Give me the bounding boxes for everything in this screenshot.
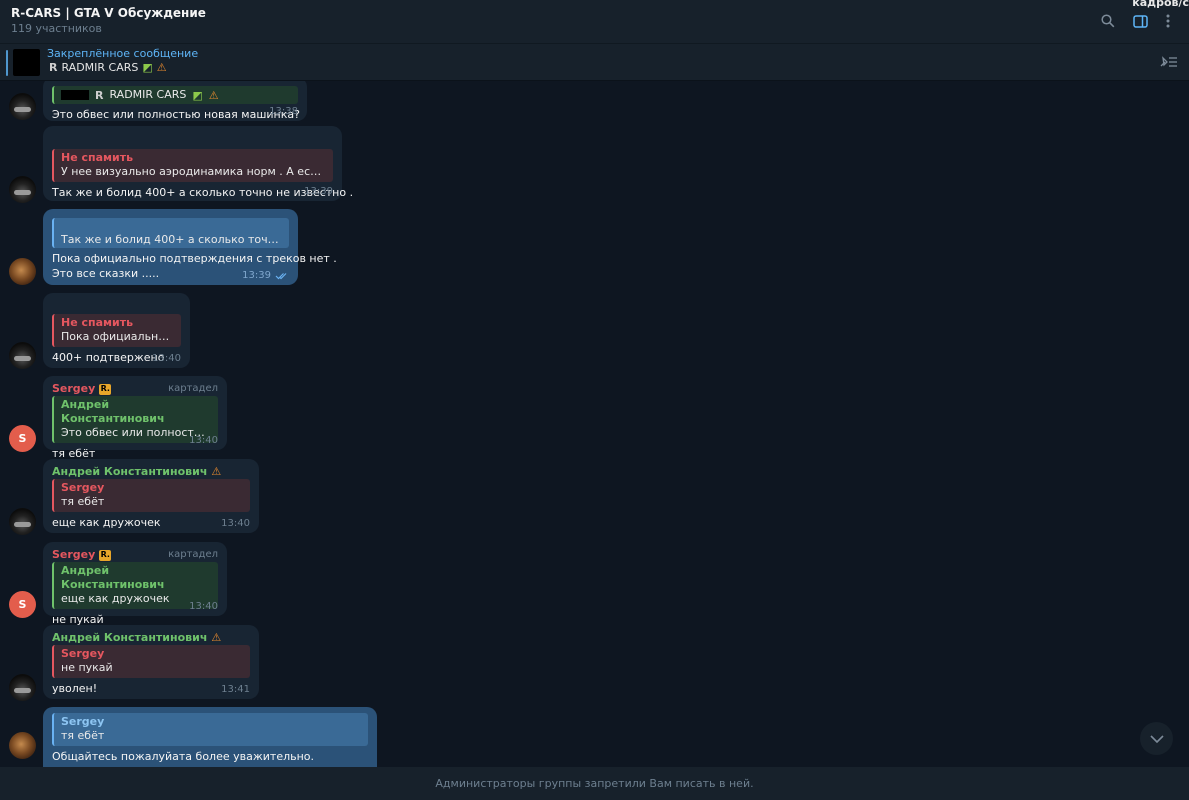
member-role: картадел: [168, 549, 218, 560]
message-text: Пока официально подтверждения с треков н…: [52, 252, 337, 265]
pinned-label: Закреплённое сообщение: [47, 47, 199, 60]
reply-name: Sergey: [61, 647, 105, 660]
message-time: 13:40: [189, 601, 218, 612]
message-text: Это обвес или полностью новая машинка?: [52, 108, 300, 121]
radmir-badge-icon: R.: [99, 549, 112, 561]
message-time: 13:41: [221, 684, 250, 695]
sender-name[interactable]: Андрей Константинович ⚠: [52, 631, 250, 645]
radmir-badge-icon: R.: [99, 383, 112, 395]
avatar-letter: S: [18, 432, 27, 445]
sender-name[interactable]: Андрей Константинович ⚠: [52, 465, 250, 479]
pin-emoji-icon: ◩: [192, 88, 203, 102]
pin-list-icon[interactable]: [1157, 52, 1179, 72]
reply-name: Sergey: [61, 481, 105, 494]
reply-name: Андрей Константинович: [61, 398, 165, 425]
reply-name: Не спамить: [61, 316, 134, 329]
message-time: 13:40: [221, 518, 250, 529]
pin-emoji-icon: ◩: [142, 61, 153, 74]
reply-quote[interactable]: R RADMIR CARS ◩ ⚠: [52, 86, 298, 104]
message-bubble-outgoing[interactable]: Так же и болид 400+ а сколько точно не и…: [43, 209, 337, 285]
message-bubble[interactable]: Не спамить У нее визуально аэродинамика …: [43, 126, 354, 201]
message-time: 13:40: [152, 353, 181, 364]
message-bubble[interactable]: Андрей Константинович ⚠ Sergey тя ебёт е…: [43, 459, 259, 533]
overflow-text: кадров/с: [1132, 0, 1189, 9]
radmir-logo-icon: R: [95, 88, 104, 102]
scroll-down-button[interactable]: [1140, 722, 1173, 755]
message-time: 13:38: [269, 106, 298, 117]
message-time-label: 13:39: [242, 270, 271, 281]
sender-name-label: Андрей Константинович: [52, 465, 208, 478]
warning-emoji-icon: ⚠: [208, 88, 219, 102]
pinned-text: RADMIR CARS: [61, 61, 139, 74]
more-vertical-icon[interactable]: [1157, 10, 1179, 32]
chat-header: R-CARS | GTA V Обсуждение 119 участников…: [0, 0, 1189, 44]
reply-thumbnail: [61, 90, 89, 100]
reply-quote[interactable]: Sergey тя ебёт: [52, 479, 250, 512]
reply-quote[interactable]: Sergey не пукай: [52, 645, 250, 678]
warning-emoji-icon: ⚠: [211, 631, 222, 644]
avatar[interactable]: [9, 258, 36, 285]
avatar[interactable]: S: [9, 425, 36, 452]
reply-text: не пукай: [61, 661, 113, 674]
message-bubble-outgoing[interactable]: Sergey тя ебёт Общайтесь пожалуйата боле…: [43, 707, 377, 767]
reply-text: тя ебёт: [61, 495, 105, 508]
avatar[interactable]: [9, 732, 36, 759]
sidebar-toggle-icon[interactable]: [1129, 10, 1151, 32]
message-bubble[interactable]: R RADMIR CARS ◩ ⚠ Это обвес или полность…: [43, 81, 307, 121]
reply-quote[interactable]: Не спамить Пока официально по...: [52, 314, 181, 347]
avatar[interactable]: [9, 508, 36, 535]
member-role: картадел: [168, 383, 218, 394]
avatar[interactable]: [9, 93, 36, 120]
reply-text: Пока официально по...: [61, 330, 174, 343]
message-list[interactable]: R RADMIR CARS ◩ ⚠ Это обвес или полность…: [0, 81, 1189, 767]
avatar[interactable]: [9, 674, 36, 701]
reply-text: тя ебёт: [61, 729, 105, 742]
reply-quote[interactable]: Sergey тя ебёт: [52, 713, 368, 746]
reply-quote[interactable]: Так же и болид 400+ а сколько точно не и…: [52, 218, 289, 248]
pinned-message-bar[interactable]: Закреплённое сообщение R RADMIR CARS ◩ ⚠: [0, 44, 1189, 81]
sender-name-label: Sergey: [52, 382, 96, 395]
message-time: 13:39: [242, 270, 289, 281]
avatar-letter: S: [18, 598, 27, 611]
message-time: 13:40: [189, 435, 218, 446]
read-checkmarks-icon: [275, 272, 287, 279]
warning-emoji-icon: ⚠: [156, 61, 167, 74]
sender-name-label: Sergey: [52, 548, 96, 561]
avatar[interactable]: [9, 176, 36, 203]
message-bubble[interactable]: Sergey R. картадел Андрей Константинович…: [43, 542, 227, 626]
search-icon[interactable]: [1097, 10, 1119, 32]
pinned-text-row: R RADMIR CARS ◩ ⚠: [49, 61, 167, 74]
reply-text: RADMIR CARS: [109, 88, 187, 101]
message-bubble[interactable]: Sergey R. картадел Андрей Константинович…: [43, 376, 227, 460]
sender-name-label: Андрей Константинович: [52, 631, 208, 644]
reply-name: Не спамить: [61, 151, 134, 164]
reply-quote[interactable]: Не спамить У нее визуально аэродинамика …: [52, 149, 333, 182]
chat-title[interactable]: R-CARS | GTA V Обсуждение: [11, 6, 206, 20]
chevron-down-icon: [1149, 734, 1164, 743]
warning-emoji-icon: ⚠: [211, 465, 222, 478]
member-count: 119 участников: [11, 22, 102, 35]
message-text: Так же и болид 400+ а сколько точно не и…: [52, 186, 354, 199]
reply-text: Так же и болид 400+ а сколько точно не и…: [61, 233, 282, 246]
composer-disabled-notice: Администраторы группы запретили Вам писа…: [0, 767, 1189, 800]
message-time: 13:39: [304, 186, 333, 197]
message-text: Общайтесь пожалуйата более уважительно.: [52, 750, 315, 763]
reply-name: Sergey: [61, 715, 105, 728]
message-bubble[interactable]: Андрей Константинович ⚠ Sergey не пукай …: [43, 625, 259, 699]
radmir-logo-icon: R: [49, 61, 58, 74]
reply-text: У нее визуально аэродинамика норм . А ес…: [61, 165, 326, 178]
avatar[interactable]: S: [9, 591, 36, 618]
pinned-thumbnail: [13, 49, 40, 76]
message-bubble[interactable]: Не спамить Пока официально по... 400+ по…: [43, 293, 190, 368]
avatar[interactable]: [9, 342, 36, 369]
reply-name: Андрей Константинович: [61, 564, 165, 591]
pinned-indicator: [6, 50, 8, 76]
